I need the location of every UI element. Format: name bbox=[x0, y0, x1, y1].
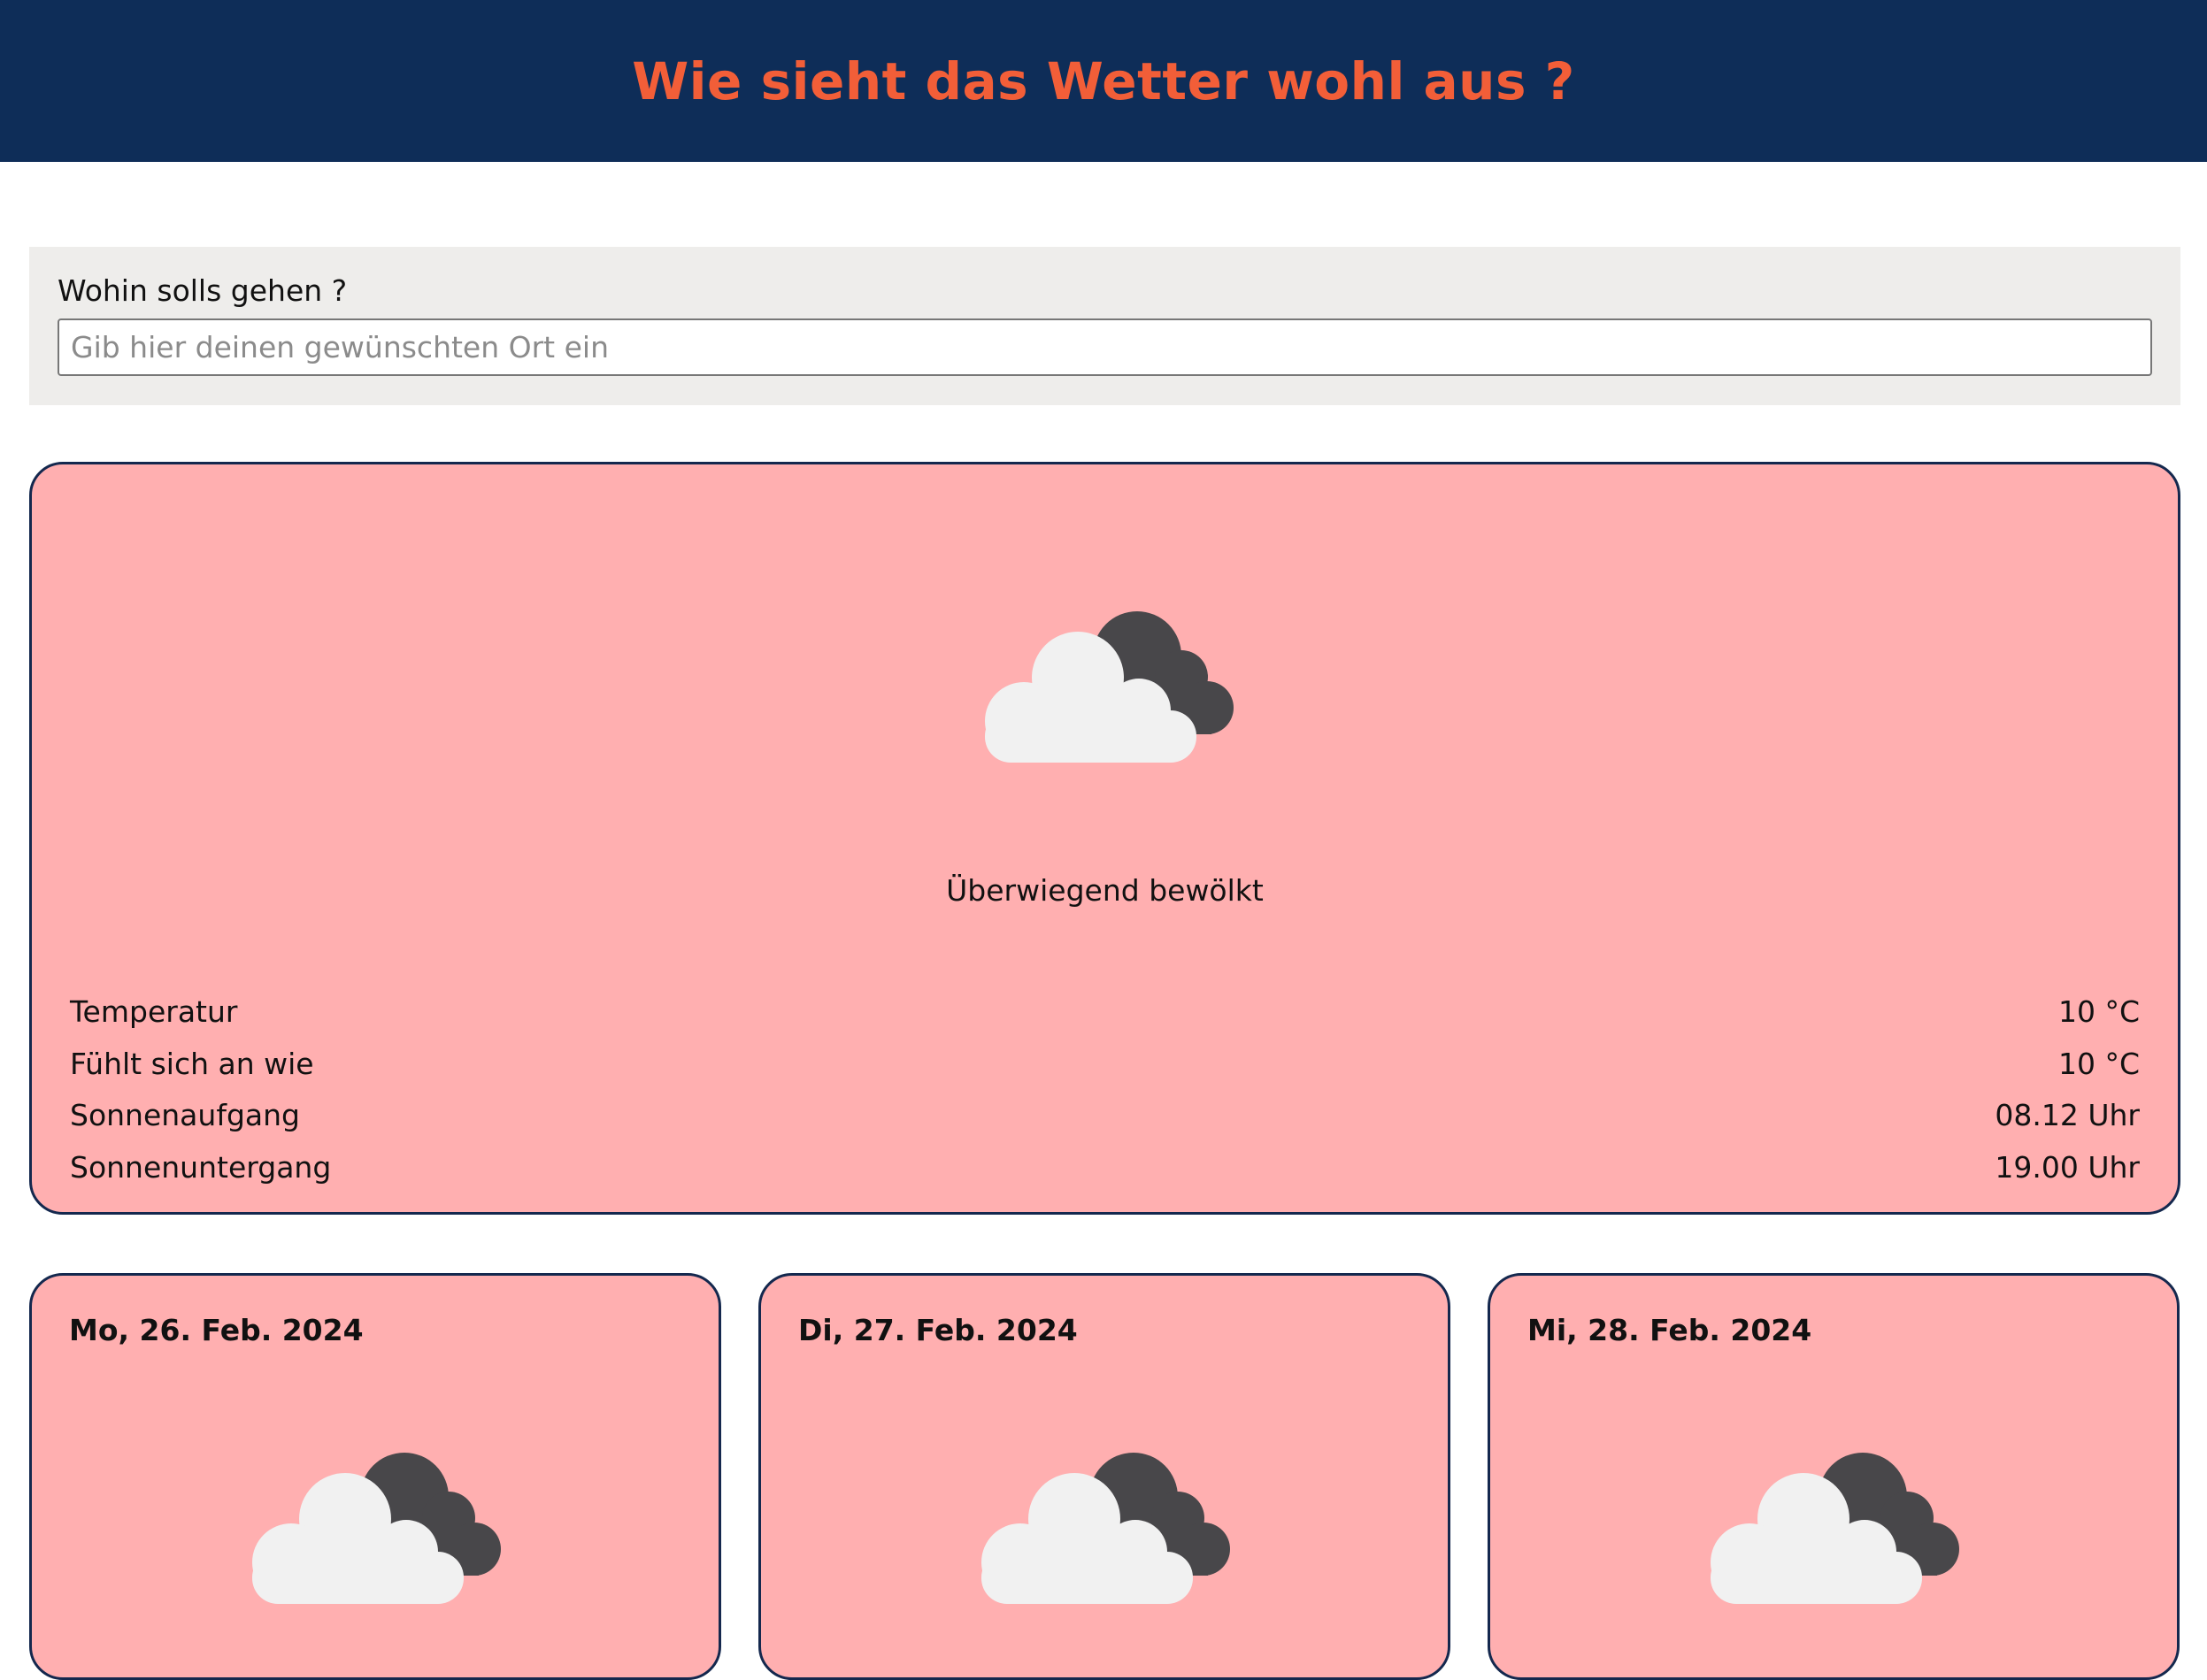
location-search-input[interactable] bbox=[58, 318, 2152, 376]
forecast-card-monday: Mo, 26. Feb. 2024 bbox=[29, 1273, 721, 1680]
feels-like-row: Fühlt sich an wie 10 °C bbox=[70, 1039, 2140, 1091]
feels-like-label: Fühlt sich an wie bbox=[70, 1046, 314, 1081]
temperature-value: 10 °C bbox=[2057, 994, 2140, 1029]
forecast-card-wednesday: Mi, 28. Feb. 2024 bbox=[1488, 1273, 2180, 1680]
forecast-card-tuesday: Di, 27. Feb. 2024 bbox=[758, 1273, 1450, 1680]
sunset-row: Sonnenuntergang 19.00 Uhr bbox=[70, 1142, 2140, 1194]
sunrise-row: Sonnenaufgang 08.12 Uhr bbox=[70, 1090, 2140, 1142]
forecast-date: Mi, 28. Feb. 2024 bbox=[1527, 1313, 1812, 1347]
search-label: Wohin solls gehen ? bbox=[58, 273, 348, 308]
weather-condition: Überwiegend bewölkt bbox=[946, 873, 1264, 908]
sunset-label: Sonnenuntergang bbox=[70, 1149, 332, 1185]
sunrise-label: Sonnenaufgang bbox=[70, 1098, 300, 1132]
weather-stats: Temperatur 10 °C Fühlt sich an wie 10 °C… bbox=[70, 986, 2140, 1193]
partly-cloudy-icon bbox=[985, 611, 1234, 763]
app-header: Wie sieht das Wetter wohl aus ? bbox=[0, 0, 2207, 162]
current-weather-card: Überwiegend bewölkt Temperatur 10 °C Füh… bbox=[29, 462, 2180, 1215]
partly-cloudy-icon bbox=[252, 1453, 501, 1604]
page-title: Wie sieht das Wetter wohl aus ? bbox=[632, 50, 1575, 111]
partly-cloudy-icon bbox=[1711, 1453, 1959, 1604]
sunrise-value: 08.12 Uhr bbox=[1995, 1098, 2140, 1132]
sunset-value: 19.00 Uhr bbox=[1995, 1149, 2140, 1185]
forecast-date: Di, 27. Feb. 2024 bbox=[798, 1313, 1078, 1347]
forecast-date: Mo, 26. Feb. 2024 bbox=[69, 1313, 364, 1347]
temperature-row: Temperatur 10 °C bbox=[70, 986, 2140, 1039]
partly-cloudy-icon bbox=[981, 1453, 1230, 1604]
temperature-label: Temperatur bbox=[70, 994, 238, 1029]
search-panel: Wohin solls gehen ? bbox=[29, 247, 2180, 405]
feels-like-value: 10 °C bbox=[2057, 1046, 2140, 1081]
